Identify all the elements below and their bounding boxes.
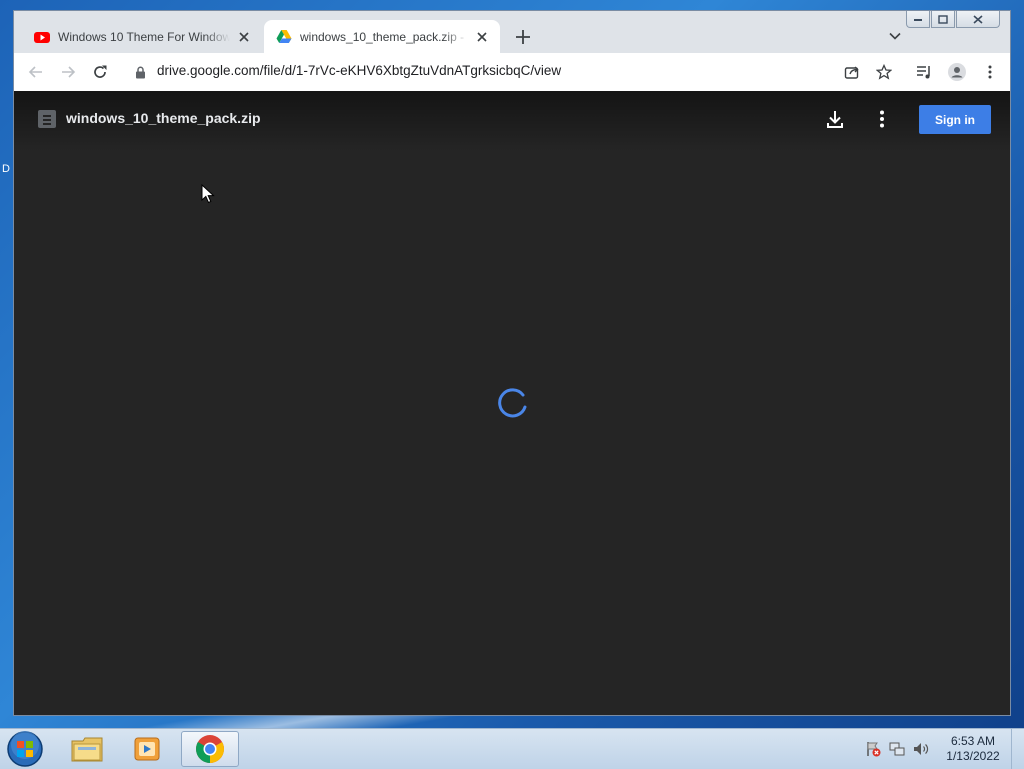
folder-icon [71,737,103,762]
sign-in-button[interactable]: Sign in [919,105,991,134]
tab-close-icon[interactable] [474,29,490,45]
back-icon[interactable] [28,64,44,80]
minimize-button[interactable] [906,11,930,28]
youtube-icon [34,31,50,43]
system-tray [865,741,929,757]
file-name: windows_10_theme_pack.zip [66,110,261,126]
taskbar-media-player[interactable] [118,731,176,767]
volume-icon[interactable] [913,741,929,757]
media-player-icon [134,737,160,761]
share-icon[interactable] [844,64,860,80]
restore-button[interactable] [931,11,955,28]
show-desktop-button[interactable] [1011,729,1024,769]
tab-close-icon[interactable] [236,29,252,45]
lock-icon[interactable] [135,66,146,79]
desktop-icon-label: D [2,163,10,175]
profile-avatar-icon[interactable] [948,63,966,81]
zip-file-icon [38,110,56,128]
clock-date: 1/13/2022 [946,749,1000,763]
taskbar: 6:53 AM 1/13/2022 [0,728,1024,769]
taskbar-chrome[interactable] [181,731,239,767]
address-bar[interactable]: drive.google.com/file/d/1-7rVc-eKHV6Xbtg… [157,63,561,78]
browser-toolbar: drive.google.com/file/d/1-7rVc-eKHV6Xbtg… [14,53,1010,92]
reload-icon[interactable] [92,64,108,80]
taskbar-clock[interactable]: 6:53 AM 1/13/2022 [938,734,1008,764]
tab-google-drive[interactable]: windows_10_theme_pack.zip - Google Drive [264,20,500,53]
network-icon[interactable] [889,741,905,757]
forward-icon[interactable] [60,64,76,80]
new-tab-icon[interactable] [514,28,532,46]
viewer-header: windows_10_theme_pack.zip Sign in [14,91,1010,151]
reading-list-icon[interactable] [916,64,932,80]
tab-title: windows_10_theme_pack.zip - Google Drive [300,29,468,44]
chrome-window: Windows 10 Theme For Windows 7 windows_1… [13,10,1011,716]
chrome-menu-icon[interactable] [982,64,998,80]
taskbar-file-explorer[interactable] [58,731,116,767]
loading-spinner-icon [498,388,527,418]
start-button-windows-icon[interactable] [5,730,45,768]
close-window-button[interactable] [956,11,1000,28]
chevron-down-icon[interactable] [888,29,902,43]
download-icon[interactable] [825,109,845,129]
chrome-icon [196,735,224,763]
drive-file-viewer: windows_10_theme_pack.zip Sign in [14,91,1010,715]
tab-strip: Windows 10 Theme For Windows 7 windows_1… [14,11,1010,53]
window-controls [906,11,1000,28]
tab-youtube[interactable]: Windows 10 Theme For Windows 7 [22,20,262,53]
more-options-icon[interactable] [874,109,890,129]
google-drive-icon [276,29,292,43]
action-center-flag-icon[interactable] [865,741,881,757]
tab-title: Windows 10 Theme For Windows 7 [58,29,230,44]
clock-time: 6:53 AM [950,734,996,748]
mouse-cursor-icon [201,184,215,204]
bookmark-star-icon[interactable] [876,64,892,80]
